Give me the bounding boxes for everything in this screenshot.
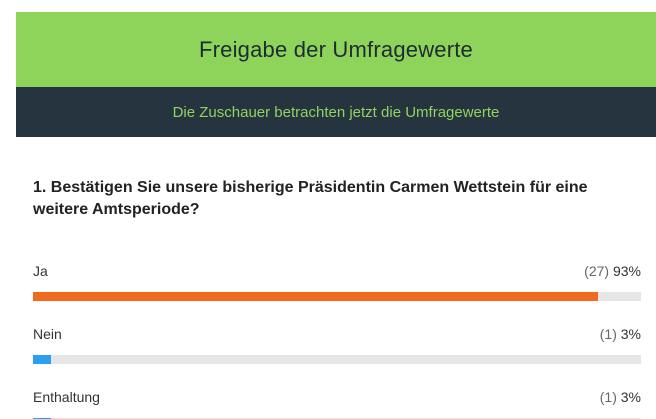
poll-results-view: Freigabe der Umfragewerte Die Zuschauer … [0,0,656,419]
header-banner: Freigabe der Umfragewerte [16,12,656,87]
option-label: Nein [33,326,62,342]
option-result: (1) 3% [600,325,641,343]
status-bar: Die Zuschauer betrachten jetzt die Umfra… [16,87,656,137]
result-bar-track [33,292,641,301]
option-label: Enthaltung [33,389,100,405]
option-enthaltung: Enthaltung (1) 3% [33,388,641,419]
result-bar-fill [33,292,599,301]
question-text: 1. Bestätigen Sie unsere bisherige Präsi… [33,179,588,218]
result-bar-fill [33,355,52,364]
option-result: (1) 3% [600,388,641,406]
option-count: (1) [599,326,617,342]
result-bar-track [33,355,641,364]
option-ja: Ja (27) 93% [33,262,641,301]
option-percent: 3% [620,389,641,405]
option-count: (1) [599,389,617,405]
option-percent: 93% [612,263,641,279]
option-label: Ja [33,263,48,279]
status-message: Die Zuschauer betrachten jetzt die Umfra… [172,103,500,121]
option-count: (27) [584,263,610,279]
option-percent: 3% [620,326,641,342]
option-nein: Nein (1) 3% [33,325,641,364]
page-title: Freigabe der Umfragewerte [198,36,473,62]
option-result: (27) 93% [584,262,641,280]
